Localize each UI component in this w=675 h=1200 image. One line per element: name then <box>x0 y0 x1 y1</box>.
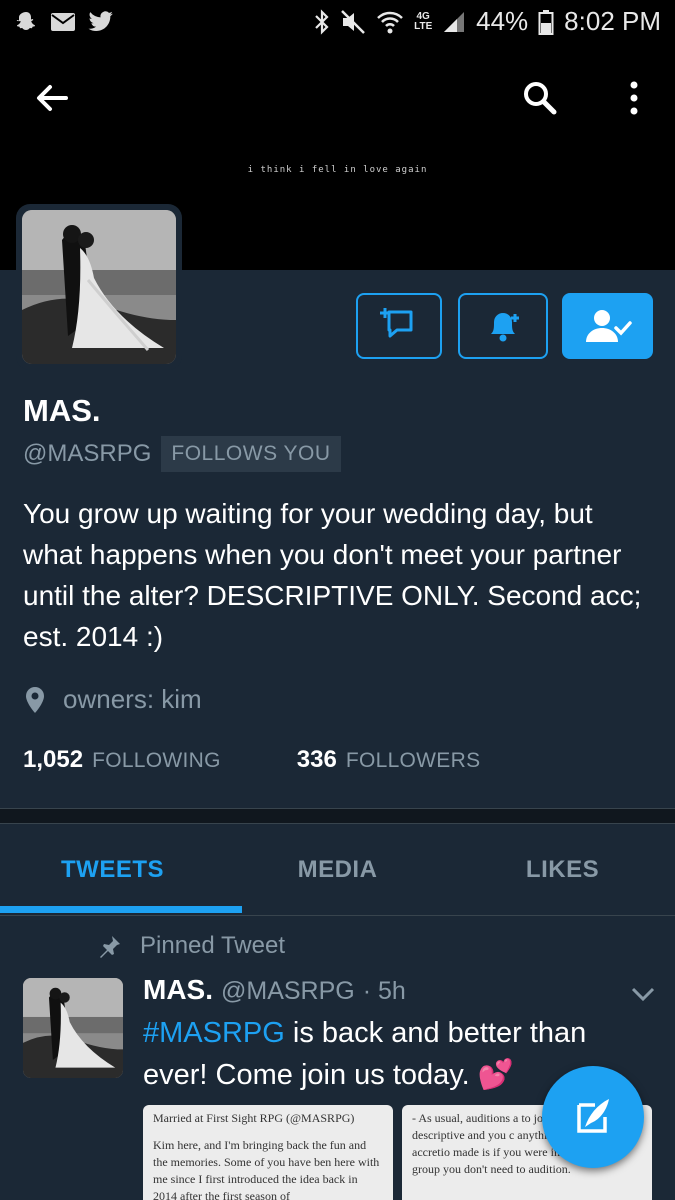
more-options-button[interactable] <box>614 78 654 118</box>
wedding-photo-thumb-image <box>23 978 123 1078</box>
arrow-left-icon <box>37 85 68 111</box>
user-check-icon <box>585 310 632 342</box>
tab-media[interactable]: MEDIA <box>225 824 450 915</box>
battery-icon <box>538 9 554 35</box>
status-bar: 4G LTE 44% 8:02 PM <box>0 0 675 50</box>
mail-icon <box>51 13 75 31</box>
search-icon <box>524 82 557 115</box>
tweet-media-image-1[interactable]: Married at First Sight RPG (@MASRPG) Kim… <box>143 1105 393 1200</box>
location-text: owners: kim <box>63 684 202 714</box>
following-label: FOLLOWING <box>92 749 221 772</box>
location-row: owners: kim <box>23 684 202 715</box>
status-right: 4G LTE 44% 8:02 PM <box>314 6 661 37</box>
display-name: MAS. <box>23 393 101 428</box>
compose-tweet-button[interactable] <box>542 1066 644 1168</box>
twitter-icon <box>88 11 113 31</box>
profile-tabs: TWEETS MEDIA LIKES <box>0 824 675 916</box>
user-handle: @MASRPG <box>23 440 152 467</box>
notifications-button[interactable] <box>458 293 548 359</box>
pinned-tweet-label-row: Pinned Tweet <box>98 932 285 960</box>
back-button[interactable] <box>32 78 72 118</box>
following-button[interactable] <box>562 293 653 359</box>
tweet-avatar[interactable] <box>23 978 123 1078</box>
tab-likes[interactable]: LIKES <box>450 824 675 915</box>
snapchat-icon <box>16 12 35 31</box>
mute-icon <box>341 9 366 34</box>
card-1-title: Married at First Sight RPG (@MASRPG) <box>153 1111 355 1125</box>
pinned-tweet-label: Pinned Tweet <box>140 932 285 959</box>
card-1-body: Kim here, and I'm bringing back the fun … <box>153 1138 380 1200</box>
more-vertical-icon <box>630 81 638 115</box>
avatar[interactable] <box>22 210 176 364</box>
following-count: 1,052 <box>23 746 84 773</box>
wedding-photo-image <box>22 210 176 364</box>
network-type-icon: 4G LTE <box>414 10 433 32</box>
banner-caption: i think i fell in love again <box>247 165 428 175</box>
tweet-options-button[interactable] <box>630 984 656 1004</box>
followers-stat[interactable]: 336 FOLLOWERS <box>297 746 481 774</box>
tweet-header: MAS. @MASRPG · 5h <box>143 974 406 1006</box>
tab-tweets[interactable]: TWEETS <box>0 824 225 915</box>
follow-stats: 1,052 FOLLOWING 336 FOLLOWERS <box>23 746 480 774</box>
follows-you-badge: FOLLOWS YOU <box>161 436 341 472</box>
compose-feather-icon <box>577 1099 609 1133</box>
profile-bio: You grow up waiting for your wedding day… <box>23 498 642 652</box>
battery-percent: 44% <box>476 6 529 36</box>
chevron-down-icon <box>631 987 655 1002</box>
section-divider <box>0 808 675 824</box>
wifi-icon <box>377 11 404 33</box>
handle-row: @MASRPG FOLLOWS YOU <box>23 436 341 472</box>
clock: 8:02 PM <box>564 6 661 36</box>
bell-add-icon <box>491 313 519 342</box>
tweet-author-name[interactable]: MAS. <box>143 974 213 1006</box>
signal-icon <box>444 11 465 32</box>
message-add-icon <box>380 308 413 338</box>
followers-count: 336 <box>296 746 337 773</box>
direct-message-button[interactable] <box>356 293 442 359</box>
tweet-timestamp: · 5h <box>362 977 406 1005</box>
tweet-author-handle: @MASRPG <box>221 977 355 1005</box>
search-button[interactable] <box>520 78 560 118</box>
following-stat[interactable]: 1,052 FOLLOWING <box>23 746 221 774</box>
status-left-icons <box>14 10 114 34</box>
profile-avatar-frame <box>16 204 182 370</box>
bluetooth-icon <box>315 8 329 35</box>
pin-icon <box>100 936 120 958</box>
active-tab-indicator <box>0 906 242 913</box>
tweet-hashtag-link[interactable]: #MASRPG <box>143 1017 285 1049</box>
followers-label: FOLLOWERS <box>345 749 481 772</box>
location-pin-icon <box>26 686 44 713</box>
